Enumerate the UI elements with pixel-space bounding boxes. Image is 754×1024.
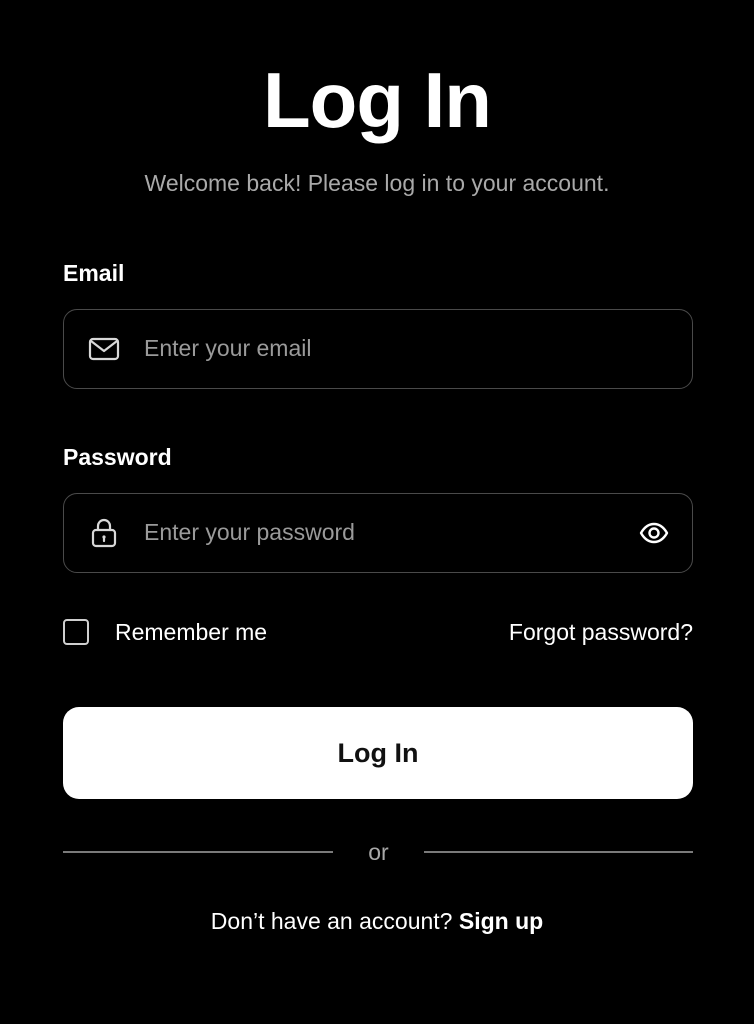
page-title: Log In <box>263 56 492 144</box>
login-button[interactable]: Log In <box>63 707 693 799</box>
divider-line-left <box>63 851 333 853</box>
signup-row: Don’t have an account? Sign up <box>0 906 754 936</box>
remember-me-label[interactable]: Remember me <box>115 617 267 647</box>
login-page: Log In Welcome back! Please log in to yo… <box>0 0 754 1024</box>
mail-icon <box>88 337 120 361</box>
divider-text: or <box>368 839 389 865</box>
email-field[interactable] <box>63 309 693 389</box>
password-label: Password <box>63 444 172 470</box>
page-subtitle: Welcome back! Please log in to your acco… <box>144 170 610 196</box>
forgot-password-link[interactable]: Forgot password? <box>509 617 693 647</box>
email-label: Email <box>63 260 125 286</box>
divider-line-right <box>424 851 693 853</box>
email-input[interactable] <box>144 310 624 387</box>
remember-me-checkbox[interactable] <box>63 619 89 645</box>
remember-me-row[interactable]: Remember me <box>63 617 267 647</box>
password-field[interactable] <box>63 493 693 573</box>
eye-icon[interactable] <box>638 517 670 549</box>
password-input[interactable] <box>144 494 624 571</box>
signup-prompt: Don’t have an account? <box>210 908 459 934</box>
signup-link[interactable]: Sign up <box>459 908 543 934</box>
lock-icon <box>91 518 117 548</box>
